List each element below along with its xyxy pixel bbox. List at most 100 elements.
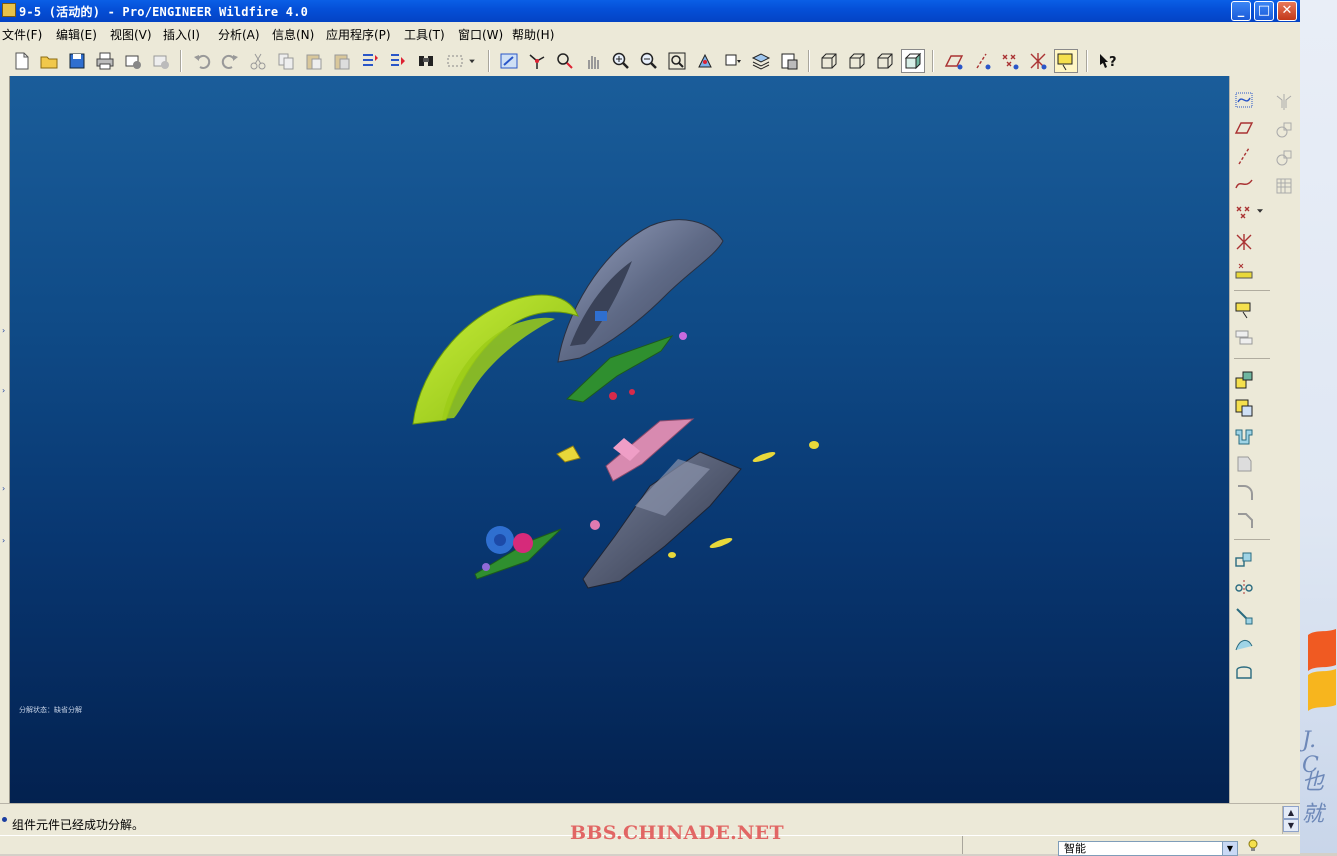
insert-note-icon[interactable] xyxy=(1232,326,1256,350)
reorient-icon[interactable] xyxy=(693,49,717,73)
new-file-icon[interactable] xyxy=(10,49,34,73)
round-icon[interactable] xyxy=(1232,480,1256,504)
offset-icon[interactable] xyxy=(1232,548,1256,572)
no-hidden-icon[interactable] xyxy=(873,49,897,73)
view-manager-icon[interactable] xyxy=(777,49,801,73)
chevron-down-icon[interactable]: ▼ xyxy=(1222,842,1237,855)
menu-insert[interactable]: 插入(I) xyxy=(163,26,200,43)
spin-center-icon[interactable] xyxy=(525,49,549,73)
menu-edit[interactable]: 编辑(E) xyxy=(56,26,97,43)
insert-annotation-icon[interactable] xyxy=(1232,298,1256,322)
create-component-icon[interactable] xyxy=(1232,396,1256,420)
undo-icon[interactable] xyxy=(190,49,214,73)
mirror-icon[interactable] xyxy=(1232,576,1256,600)
left-splitter[interactable]: › › › › xyxy=(0,76,10,803)
menu-applications[interactable]: 应用程序(P) xyxy=(326,26,391,43)
assemble-component-icon[interactable] xyxy=(1232,368,1256,392)
context-help-icon[interactable]: ? xyxy=(1095,49,1119,73)
layers-icon[interactable] xyxy=(749,49,773,73)
message-scrollbar[interactable]: ▲ ▼ xyxy=(1282,806,1299,834)
minimize-button[interactable]: _ xyxy=(1231,1,1251,21)
boundary-icon[interactable] xyxy=(1232,660,1256,684)
copy-icon[interactable] xyxy=(274,49,298,73)
zoom-in-icon[interactable] xyxy=(609,49,633,73)
datum-points-icon[interactable] xyxy=(998,49,1022,73)
datum-point-icon[interactable] xyxy=(1232,201,1256,225)
surface-icon[interactable] xyxy=(1232,632,1256,656)
pan-icon[interactable] xyxy=(581,49,605,73)
merge-icon[interactable] xyxy=(1232,452,1256,476)
regenerate-icon[interactable] xyxy=(358,49,382,73)
mirror-geometry-icon[interactable] xyxy=(1272,90,1296,114)
annotations-icon[interactable] xyxy=(1054,49,1078,73)
sketch-icon[interactable] xyxy=(1232,88,1256,112)
splitter-arrow-icon[interactable]: › xyxy=(2,387,7,395)
scroll-down-button[interactable]: ▼ xyxy=(1283,819,1299,832)
shading-icon[interactable] xyxy=(901,49,925,73)
coordinate-system-icon[interactable] xyxy=(1232,230,1256,254)
close-button[interactable]: ✕ xyxy=(1277,1,1297,21)
yellow-pin[interactable] xyxy=(752,450,777,464)
chevron-down-icon[interactable] xyxy=(1254,205,1266,217)
open-folder-icon[interactable] xyxy=(37,49,61,73)
menu-info[interactable]: 信息(N) xyxy=(272,26,314,43)
menu-analysis[interactable]: 分析(A) xyxy=(218,26,260,43)
orient-mode-icon[interactable] xyxy=(553,49,577,73)
coordinate-systems-icon[interactable] xyxy=(1026,49,1050,73)
yellow-pin[interactable] xyxy=(809,441,819,449)
regen-manager-icon[interactable] xyxy=(386,49,410,73)
splitter-arrow-icon[interactable]: › xyxy=(2,485,7,493)
app-icon[interactable] xyxy=(2,3,16,17)
save-icon[interactable] xyxy=(65,49,89,73)
cut-out-icon[interactable] xyxy=(1232,424,1256,448)
datum-axes-icon[interactable] xyxy=(970,49,994,73)
pattern-icon[interactable] xyxy=(1232,604,1256,628)
menu-tools[interactable]: 工具(T) xyxy=(404,26,445,43)
mouse-base[interactable] xyxy=(582,451,742,589)
lightbulb-icon[interactable] xyxy=(1248,839,1258,852)
datum-axis-icon[interactable] xyxy=(1232,144,1256,168)
refit-icon[interactable] xyxy=(665,49,689,73)
datum-plane-icon[interactable] xyxy=(1232,116,1256,140)
chamfer-icon[interactable] xyxy=(1232,508,1256,532)
yellow-clip[interactable] xyxy=(556,445,581,463)
scroll-up-button[interactable]: ▲ xyxy=(1283,806,1299,819)
graphics-viewport[interactable]: 分解状态：缺省分解 xyxy=(10,76,1229,803)
table-icon[interactable] xyxy=(1272,174,1296,198)
select-box-icon[interactable] xyxy=(443,49,467,73)
redo-icon[interactable] xyxy=(218,49,242,73)
copy-geometry-icon[interactable] xyxy=(1272,118,1296,142)
exploded-assembly[interactable] xyxy=(10,76,1229,803)
wireframe-icon[interactable] xyxy=(817,49,841,73)
mouse-top-shell[interactable] xyxy=(557,219,724,363)
menu-view[interactable]: 视图(V) xyxy=(110,26,152,43)
datum-curve-icon[interactable] xyxy=(1232,172,1256,196)
splitter-arrow-icon[interactable]: › xyxy=(2,537,7,545)
menu-help[interactable]: 帮助(H) xyxy=(512,26,554,43)
email-icon[interactable] xyxy=(121,49,145,73)
hidden-line-icon[interactable] xyxy=(845,49,869,73)
menu-file[interactable]: 文件(F) xyxy=(2,26,42,43)
paste-icon[interactable] xyxy=(302,49,326,73)
menu-window[interactable]: 窗口(W) xyxy=(458,26,503,43)
datum-planes-icon[interactable] xyxy=(942,49,966,73)
publish-geometry-icon[interactable] xyxy=(1272,146,1296,170)
title-bar[interactable]: 9-5 (活动的) - Pro/ENGINEER Wildfire 4.0 _ … xyxy=(0,0,1300,22)
lower-circuit-board[interactable] xyxy=(474,526,562,580)
saved-views-icon[interactable] xyxy=(721,49,745,73)
paste-special-icon[interactable] xyxy=(330,49,354,73)
mouse-side-cover[interactable] xyxy=(412,294,579,425)
chevron-down-icon[interactable] xyxy=(465,49,479,73)
print-icon[interactable] xyxy=(93,49,117,73)
repaint-icon[interactable] xyxy=(497,49,521,73)
selection-filter-dropdown[interactable]: 智能 ▼ xyxy=(1058,841,1238,856)
email-link-icon[interactable] xyxy=(149,49,173,73)
find-icon[interactable] xyxy=(414,49,438,73)
zoom-out-icon[interactable] xyxy=(637,49,661,73)
yellow-pin[interactable] xyxy=(709,536,734,550)
maximize-button[interactable]: □ xyxy=(1254,1,1274,21)
yellow-pin[interactable] xyxy=(668,552,676,558)
analysis-feature-icon[interactable] xyxy=(1232,258,1256,282)
cut-icon[interactable] xyxy=(246,49,270,73)
splitter-arrow-icon[interactable]: › xyxy=(2,327,7,335)
